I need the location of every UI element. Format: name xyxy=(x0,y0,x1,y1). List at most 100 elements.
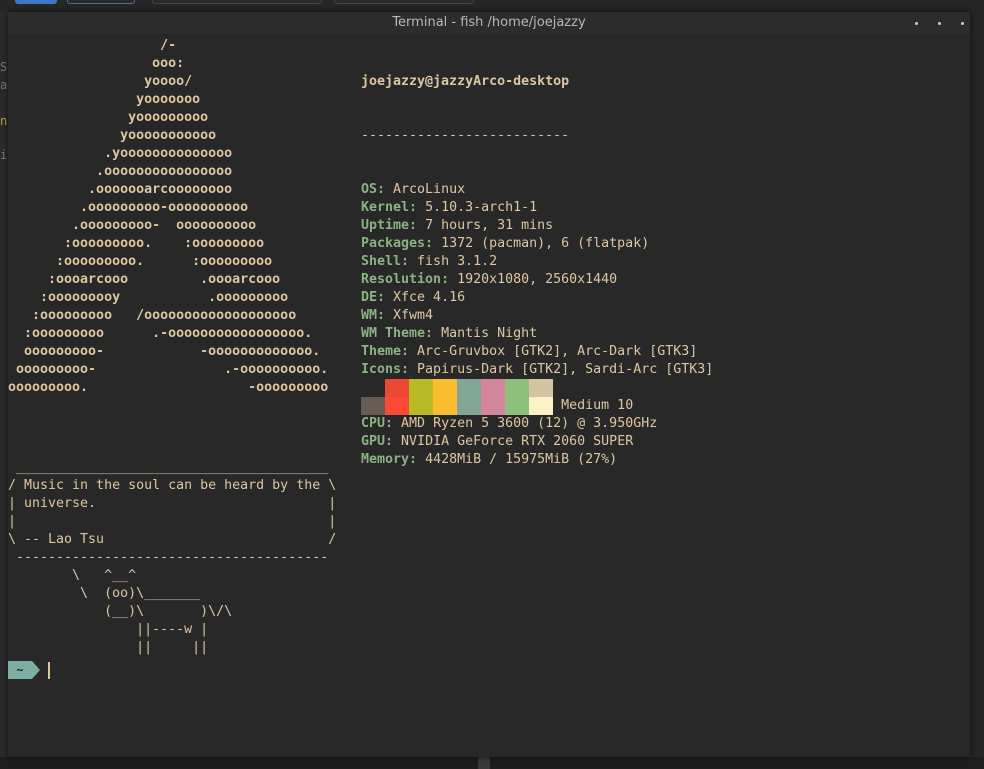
cowsay-line: | universe. | xyxy=(8,496,337,511)
cowsay-line: (__)\ )\/\ xyxy=(8,604,233,619)
background-tab[interactable] xyxy=(67,0,135,4)
info-row: Kernel: 5.10.3-arch1-1 xyxy=(361,199,713,217)
info-colon: : xyxy=(441,272,458,287)
info-value: 5.10.3-arch1-1 xyxy=(425,200,538,215)
info-key: DE xyxy=(361,290,378,305)
color-swatch xyxy=(361,397,385,415)
terminal-content[interactable]: /- ooo: yoooo/ yooooooo yooooooooo yoooo… xyxy=(8,34,970,757)
arco-ascii-logo: /- ooo: yoooo/ yooooooo yooooooooo yoooo… xyxy=(8,37,328,397)
info-colon: : xyxy=(385,434,402,449)
cowsay-line: | | xyxy=(8,514,337,529)
color-swatch xyxy=(481,379,505,397)
info-colon: : xyxy=(377,182,394,197)
color-swatch xyxy=(457,379,481,397)
info-value: 1920x1080, 2560x1440 xyxy=(457,272,618,287)
shell-prompt[interactable]: ~ xyxy=(8,661,50,679)
terminal-window[interactable]: Terminal - fish /home/joejazzy /- ooo: y… xyxy=(8,12,970,757)
header-separator: -------------------------- xyxy=(361,128,570,143)
info-key: GPU xyxy=(361,434,386,449)
background-text: S xyxy=(0,60,8,74)
info-row: Packages: 1372 (pacman), 6 (flatpak) xyxy=(361,235,713,253)
ascii-logo-line: ooooooooo- .-oooooooooo. xyxy=(8,362,329,377)
background-text: a xyxy=(0,78,8,92)
info-row: Memory: 4428MiB / 15975MiB (27%) xyxy=(361,451,713,469)
color-swatch xyxy=(433,397,457,415)
background-text: i xyxy=(0,148,8,162)
ascii-logo-line: .oooooooooooooooo xyxy=(8,164,233,179)
background-tab-active[interactable] xyxy=(15,0,57,4)
background-window-strip xyxy=(0,0,984,12)
color-swatch xyxy=(529,397,553,415)
cowsay-line: \ (oo)\_______ xyxy=(8,586,201,601)
info-key: Shell xyxy=(361,254,402,269)
minimize-button[interactable] xyxy=(912,19,920,27)
info-row: OS: ArcoLinux xyxy=(361,181,713,199)
ascii-logo-line: yooooooooooo xyxy=(8,128,217,143)
info-key: Icons xyxy=(361,362,402,377)
window-titlebar[interactable]: Terminal - fish /home/joejazzy xyxy=(8,12,970,34)
color-swatch xyxy=(505,397,529,415)
ascii-logo-line: ooo: xyxy=(8,56,185,71)
info-colon: : xyxy=(409,452,426,467)
color-swatch xyxy=(385,379,409,397)
cowsay-line: / Music in the soul can be heard by the … xyxy=(8,478,337,493)
dot-icon xyxy=(914,21,918,25)
ascii-logo-line: :ooooooooo .-ooooooooooooooooo. xyxy=(8,326,313,341)
dot-icon xyxy=(937,21,941,25)
info-value: 4428MiB / 15975MiB (27%) xyxy=(425,452,618,467)
ascii-logo-line: yooooooo xyxy=(8,92,201,107)
info-colon: : xyxy=(409,218,426,233)
info-value: Xfce 4.16 xyxy=(393,290,466,305)
ascii-logo-line: ooooooooo- -ooooooooooooo. xyxy=(8,344,321,359)
background-tab[interactable] xyxy=(334,0,474,4)
window-controls xyxy=(912,12,970,34)
info-key: WM xyxy=(361,308,378,323)
ascii-logo-line: yoooo/ xyxy=(8,74,193,89)
info-key: Resolution xyxy=(361,272,442,287)
color-swatch xyxy=(433,379,457,397)
info-colon: : xyxy=(377,308,394,323)
info-row: GPU: NVIDIA GeForce RTX 2060 SUPER xyxy=(361,433,713,451)
info-value: fish 3.1.2 xyxy=(417,254,498,269)
cowsay-line: --------------------------------------- xyxy=(8,550,329,565)
background-window-edge xyxy=(970,12,984,769)
ascii-logo-line: :ooooooooy .ooooooooo xyxy=(8,290,289,305)
ascii-logo-line: :ooooooooo /ooooooooooooooooooo xyxy=(8,308,297,323)
info-key: Packages xyxy=(361,236,426,251)
ascii-logo-line: :ooooooooo. :ooooooooo xyxy=(8,254,273,269)
ascii-logo-line: :ooooooooo. :ooooooooo xyxy=(8,236,265,251)
info-row: Uptime: 7 hours, 31 mins xyxy=(361,217,713,235)
color-swatch xyxy=(481,397,505,415)
maximize-button[interactable] xyxy=(935,19,943,27)
close-button[interactable] xyxy=(958,19,966,27)
color-palette xyxy=(361,379,553,415)
info-row: WM: Xfwm4 xyxy=(361,307,713,325)
info-key: CPU xyxy=(361,416,386,431)
cowsay-line: ||----w | xyxy=(8,622,209,637)
ascii-logo-line: .ooooooooo- oooooooooo xyxy=(8,218,257,233)
info-colon: : xyxy=(425,326,442,341)
info-row: Icons: Papirus-Dark [GTK2], Sardi-Arc [G… xyxy=(361,361,713,379)
ascii-logo-line: .ooooooooo-oooooooooo xyxy=(8,200,249,215)
info-value: 7 hours, 31 mins xyxy=(425,218,554,233)
info-value: Papirus-Dark [GTK2], Sardi-Arc [GTK3] xyxy=(417,362,714,377)
prompt-directory-segment: ~ xyxy=(8,661,40,679)
info-key: Theme xyxy=(361,344,402,359)
ascii-logo-line: yooooooooo xyxy=(8,110,209,125)
info-value: NVIDIA GeForce RTX 2060 SUPER xyxy=(401,434,634,449)
info-key: Memory xyxy=(361,452,410,467)
info-row: WM Theme: Mantis Night xyxy=(361,325,713,343)
info-colon: : xyxy=(425,236,442,251)
info-row: Theme: Arc-Gruvbox [GTK2], Arc-Dark [GTK… xyxy=(361,343,713,361)
info-key: WM Theme xyxy=(361,326,426,341)
cowsay-line: \ ^__^ xyxy=(8,568,137,583)
info-colon: : xyxy=(385,416,402,431)
color-swatch xyxy=(385,397,409,415)
info-value: Xfwm4 xyxy=(393,308,434,323)
user-host-header: joejazzy@jazzyArco-desktop xyxy=(361,74,570,89)
ascii-logo-line: ooooooooo. -ooooooooo xyxy=(8,380,329,395)
text-cursor xyxy=(48,661,50,679)
background-scrollbar[interactable] xyxy=(478,757,490,769)
info-value: 1372 (pacman), 6 (flatpak) xyxy=(441,236,650,251)
background-tab[interactable] xyxy=(152,0,322,4)
